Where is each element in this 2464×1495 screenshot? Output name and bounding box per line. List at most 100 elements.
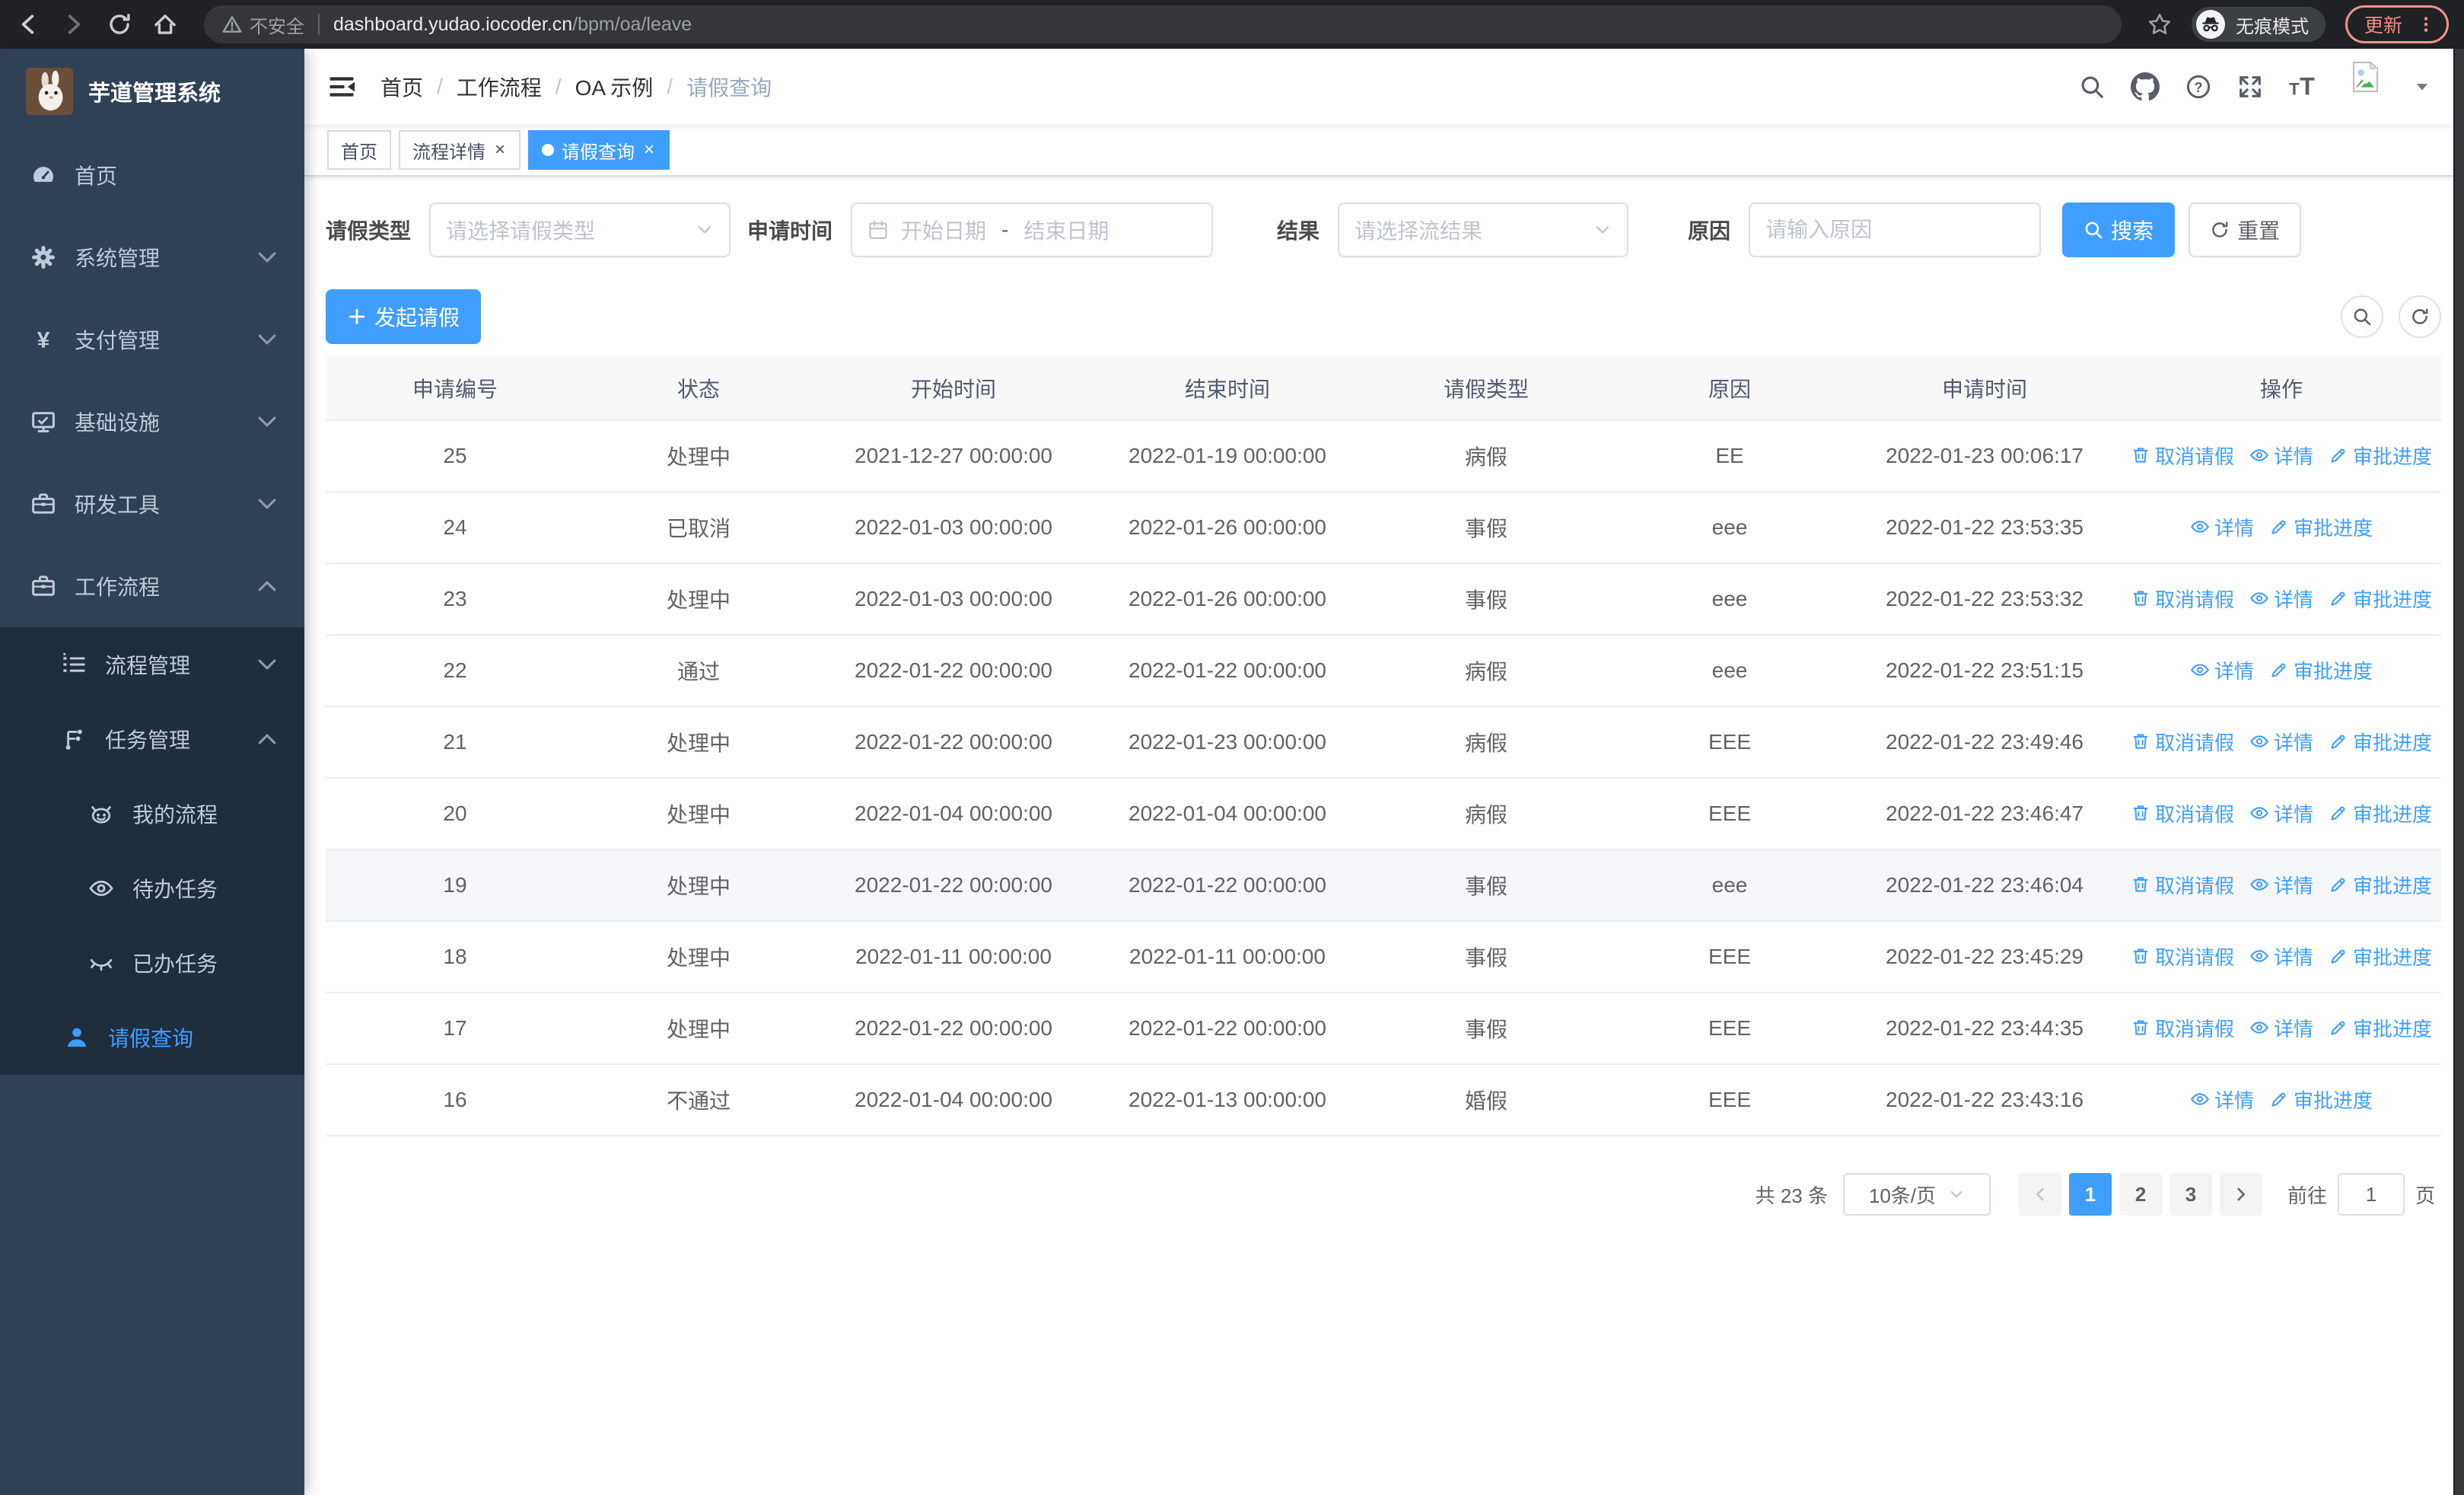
breadcrumb-item[interactable]: 工作流程 (457, 72, 542, 102)
browser-update-button[interactable]: 更新 (2345, 5, 2449, 43)
page-button-2[interactable]: 2 (2119, 1173, 2162, 1216)
sidebar-item-label: 流程管理 (105, 654, 191, 677)
sidebar-item-3[interactable]: 基础设施 (0, 381, 304, 463)
detail-action-link[interactable]: 详情 (2190, 513, 2254, 541)
page-button-3[interactable]: 3 (2169, 1173, 2212, 1216)
user-menu[interactable] (2347, 59, 2431, 115)
detail-action-link[interactable]: 详情 (2249, 871, 2313, 899)
progress-action-link[interactable]: 审批进度 (2329, 1014, 2432, 1042)
search-icon[interactable] (2079, 74, 2105, 100)
detail-action-link[interactable]: 详情 (2249, 942, 2313, 971)
close-icon[interactable]: × (493, 141, 507, 159)
progress-action-link[interactable]: 审批进度 (2329, 799, 2432, 827)
cancel-action-link[interactable]: 取消请假 (2131, 728, 2234, 756)
cell-actions: 详情 审批进度 (2122, 1064, 2441, 1136)
reload-icon[interactable] (107, 11, 132, 37)
cancel-action-link[interactable]: 取消请假 (2131, 585, 2234, 613)
security-chip[interactable]: 不安全 (222, 11, 304, 38)
sidebar-item-5[interactable]: 工作流程 (0, 545, 304, 627)
cancel-action-link[interactable]: 取消请假 (2131, 441, 2234, 470)
sidebar-item-9[interactable]: 待办任务 (0, 851, 304, 926)
goto-label: 前往 (2287, 1184, 2327, 1207)
sidebar-item-10[interactable]: 已办任务 (0, 926, 304, 1000)
dashboard-icon (30, 162, 56, 188)
sidebar-item-6[interactable]: 流程管理 (0, 627, 304, 702)
sidebar-item-7[interactable]: 任务管理 (0, 702, 304, 776)
reason-label: 原因 (1688, 219, 1731, 243)
tag-0[interactable]: 首页 (327, 130, 391, 170)
tag-2[interactable]: 请假查询 × (528, 130, 670, 170)
fullscreen-icon[interactable] (2237, 74, 2263, 100)
progress-action-link[interactable]: 审批进度 (2269, 656, 2373, 684)
font-size-icon[interactable]: TT (2289, 72, 2318, 101)
sidebar-item-4[interactable]: 研发工具 (0, 463, 304, 545)
toggle-search-button[interactable] (2341, 295, 2383, 338)
address-bar[interactable]: 不安全 dashboard.yudao.iocoder.cn/bpm/oa/le… (204, 5, 2122, 43)
browser-menu-icon[interactable] (2416, 14, 2436, 34)
cell-status: 通过 (584, 635, 813, 707)
reset-button[interactable]: 重置 (2189, 202, 2302, 257)
detail-action-link[interactable]: 详情 (2190, 656, 2254, 684)
cell-start_time: 2022-01-03 00:00:00 (813, 492, 1094, 564)
tag-1[interactable]: 流程详情 × (399, 130, 521, 170)
trash-icon (2131, 946, 2150, 966)
detail-action-link[interactable]: 详情 (2249, 441, 2313, 470)
sidebar-item-2[interactable]: ¥ 支付管理 (0, 298, 304, 381)
bookmark-star-icon[interactable] (2147, 12, 2172, 37)
sidebar-item-0[interactable]: 首页 (0, 134, 304, 216)
sidebar-fold-icon[interactable] (327, 72, 356, 101)
leave-type-select[interactable]: 请选择请假类型 (429, 202, 731, 257)
apply-time-range-picker[interactable]: 开始日期 - 结束日期 (851, 202, 1214, 257)
github-icon[interactable] (2131, 72, 2160, 101)
sidebar-item-1[interactable]: 系统管理 (0, 216, 304, 298)
avatar[interactable] (2347, 59, 2403, 115)
browser-scrollbar[interactable] (2453, 49, 2464, 1495)
sidebar-item-label: 首页 (75, 164, 118, 188)
action-label: 详情 (2273, 945, 2313, 969)
detail-action-link[interactable]: 详情 (2249, 799, 2313, 827)
progress-action-link[interactable]: 审批进度 (2269, 513, 2373, 541)
cancel-action-link[interactable]: 取消请假 (2131, 799, 2234, 827)
breadcrumb-item[interactable]: 首页 (380, 72, 423, 102)
goto-page-input[interactable] (2337, 1173, 2405, 1216)
detail-action-link[interactable]: 详情 (2249, 728, 2313, 756)
breadcrumb-item[interactable]: OA 示例 (575, 72, 654, 102)
app-logo-row[interactable]: 芋道管理系统 (0, 49, 304, 134)
search-button[interactable]: 搜索 (2062, 202, 2176, 257)
home-icon[interactable] (152, 11, 178, 37)
action-label: 审批进度 (2294, 659, 2373, 683)
prev-page-button[interactable] (2018, 1173, 2061, 1216)
chevron-down-icon (254, 409, 280, 435)
cancel-action-link[interactable]: 取消请假 (2131, 942, 2234, 971)
progress-action-link[interactable]: 审批进度 (2329, 942, 2432, 971)
page-button-1[interactable]: 1 (2068, 1173, 2112, 1216)
detail-action-link[interactable]: 详情 (2249, 585, 2313, 613)
reason-input[interactable] (1765, 218, 2025, 242)
progress-action-link[interactable]: 审批进度 (2329, 728, 2432, 756)
help-icon[interactable]: ? (2185, 74, 2211, 100)
progress-action-link[interactable]: 审批进度 (2329, 871, 2432, 899)
progress-action-link[interactable]: 审批进度 (2269, 1085, 2373, 1114)
action-label: 取消请假 (2154, 731, 2234, 754)
progress-action-link[interactable]: 审批进度 (2329, 441, 2432, 470)
incognito-label: 无痕模式 (2235, 16, 2309, 37)
detail-action-link[interactable]: 详情 (2190, 1085, 2254, 1114)
sidebar-item-8[interactable]: 我的流程 (0, 776, 304, 851)
cell-leave_type: 病假 (1361, 706, 1612, 779)
action-label: 审批进度 (2353, 945, 2433, 969)
close-icon[interactable]: × (642, 141, 656, 159)
detail-action-link[interactable]: 详情 (2249, 1014, 2313, 1042)
refresh-table-button[interactable] (2399, 295, 2441, 338)
cell-id: 24 (326, 492, 584, 564)
sidebar-item-11[interactable]: 请假查询 (0, 1000, 304, 1075)
progress-action-link[interactable]: 审批进度 (2329, 585, 2432, 613)
next-page-button[interactable] (2219, 1173, 2262, 1216)
back-icon[interactable] (15, 11, 41, 37)
result-select[interactable]: 请选择流结果 (1338, 202, 1629, 257)
leave-table: 申请编号 状态 开始时间 结束时间 请假类型 原因 申请时间 操作 25 处理中 2021-12-… (326, 356, 2441, 1136)
create-leave-button[interactable]: 发起请假 (326, 289, 482, 344)
cancel-action-link[interactable]: 取消请假 (2131, 1014, 2234, 1042)
cancel-action-link[interactable]: 取消请假 (2131, 871, 2234, 899)
page-size-select[interactable]: 10条/页 (1842, 1173, 1991, 1216)
cell-reason: EEE (1612, 1064, 1848, 1136)
